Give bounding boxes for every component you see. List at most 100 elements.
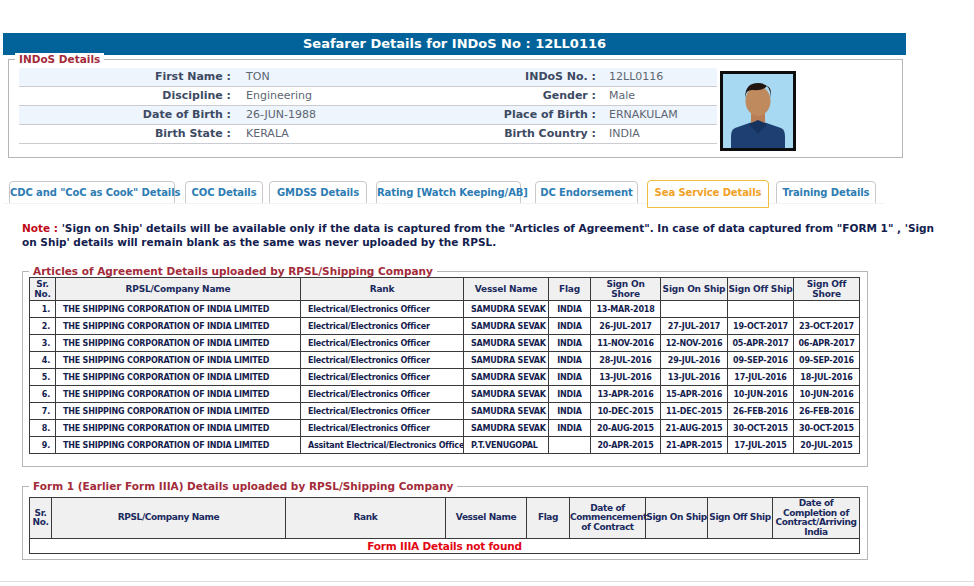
indos-row: Date of Birth :26-JUN-1988Place of Birth… bbox=[19, 106, 717, 125]
field-value: 12LL0116 bbox=[609, 68, 663, 86]
cell: 29-JUL-2016 bbox=[661, 352, 728, 369]
cell: Electrical/Electronics Officer bbox=[301, 301, 464, 318]
page-bottom-divider bbox=[0, 581, 974, 582]
field-label: Date of Birth : bbox=[19, 106, 231, 124]
cell bbox=[549, 437, 591, 454]
articles-row: 3.THE SHIPPING CORPORATION OF INDIA LIMI… bbox=[30, 335, 860, 352]
indos-details-legend: INDoS Details bbox=[15, 53, 104, 66]
column-header: Sign On Ship bbox=[646, 498, 708, 539]
cell: 26-JUL-2017 bbox=[591, 318, 661, 335]
cell: 10-JUN-2016 bbox=[794, 386, 860, 403]
field-value: ERNAKULAM bbox=[609, 106, 678, 124]
note-prefix: Note : bbox=[22, 222, 58, 234]
cell: 20-AUG-2015 bbox=[591, 420, 661, 437]
column-header: Date of Completion of Contract/Arriving … bbox=[773, 498, 860, 539]
column-header: Vessel Name bbox=[446, 498, 527, 539]
articles-table: Sr. No.RPSL/Company NameRankVessel NameF… bbox=[29, 277, 860, 454]
cell: 17-JUL-2016 bbox=[728, 369, 794, 386]
cell: SAMUDRA SEVAK bbox=[464, 301, 549, 318]
column-header: Sr. No. bbox=[30, 278, 56, 301]
tab-coc-details[interactable]: COC Details bbox=[185, 181, 263, 204]
column-header: Flag bbox=[527, 498, 570, 539]
cell: INDIA bbox=[549, 352, 591, 369]
cell: 21-APR-2015 bbox=[661, 437, 728, 454]
cell: Electrical/Electronics Officer bbox=[301, 352, 464, 369]
tab-cdc-and-coc-as-cook-details[interactable]: CDC and "CoC as Cook" Details bbox=[9, 181, 175, 204]
cell: 09-SEP-2016 bbox=[728, 352, 794, 369]
column-header: Sign Off Shore bbox=[794, 278, 860, 301]
cell: THE SHIPPING CORPORATION OF INDIA LIMITE… bbox=[56, 335, 301, 352]
cell: THE SHIPPING CORPORATION OF INDIA LIMITE… bbox=[56, 352, 301, 369]
cell bbox=[794, 301, 860, 318]
tab-training-details[interactable]: Training Details bbox=[776, 181, 876, 204]
column-header: RPSL/Company Name bbox=[52, 498, 286, 539]
seafarer-photo bbox=[720, 71, 796, 151]
cell bbox=[728, 301, 794, 318]
cell: 23-OCT-2017 bbox=[794, 318, 860, 335]
cell: 2. bbox=[30, 318, 56, 335]
cell: 7. bbox=[30, 403, 56, 420]
field-label: Gender : bbox=[349, 87, 596, 105]
field-label: Birth State : bbox=[19, 125, 231, 143]
cell: SAMUDRA SEVAK bbox=[464, 403, 549, 420]
cell: INDIA bbox=[549, 301, 591, 318]
cell: 1. bbox=[30, 301, 56, 318]
tab-rating-watch-keeping-ab[interactable]: Rating [Watch Keeping/AB] bbox=[376, 181, 521, 204]
field-label: INDoS No. : bbox=[349, 68, 596, 86]
note-text: Note : 'Sign on Ship' details will be av… bbox=[22, 221, 946, 249]
form1-empty-message: Form IIIA Details not found bbox=[30, 539, 860, 554]
cell: 27-JUL-2017 bbox=[661, 318, 728, 335]
field-value: Male bbox=[609, 87, 635, 105]
indos-details-fieldset: INDoS Details First Name :TONINDoS No. :… bbox=[8, 59, 903, 158]
cell: 13-JUL-2016 bbox=[661, 369, 728, 386]
cell: INDIA bbox=[549, 318, 591, 335]
cell: 26-FEB-2016 bbox=[794, 403, 860, 420]
articles-row: 8.THE SHIPPING CORPORATION OF INDIA LIMI… bbox=[30, 420, 860, 437]
form1-table: Sr. No.RPSL/Company NameRankVessel NameF… bbox=[29, 497, 860, 554]
column-header: Rank bbox=[301, 278, 464, 301]
cell: 13-MAR-2018 bbox=[591, 301, 661, 318]
cell: Electrical/Electronics Officer bbox=[301, 335, 464, 352]
cell bbox=[661, 301, 728, 318]
indos-row: Discipline : Engineering Gender : Male bbox=[19, 87, 717, 106]
field-value: KERALA bbox=[246, 125, 289, 143]
field-value: 26-JUN-1988 bbox=[246, 106, 316, 124]
cell: 21-AUG-2015 bbox=[661, 420, 728, 437]
cell: THE SHIPPING CORPORATION OF INDIA LIMITE… bbox=[56, 403, 301, 420]
cell: SAMUDRA SEVAK bbox=[464, 420, 549, 437]
cell: THE SHIPPING CORPORATION OF INDIA LIMITE… bbox=[56, 386, 301, 403]
form1-header-row: Sr. No.RPSL/Company NameRankVessel NameF… bbox=[30, 498, 860, 539]
cell: Electrical/Electronics Officer bbox=[301, 386, 464, 403]
cell: INDIA bbox=[549, 386, 591, 403]
column-header: Sign On Shore bbox=[591, 278, 661, 301]
articles-row: 9.THE SHIPPING CORPORATION OF INDIA LIMI… bbox=[30, 437, 860, 454]
cell: 9. bbox=[30, 437, 56, 454]
cell: 28-JUL-2016 bbox=[591, 352, 661, 369]
column-header: Sign On Ship bbox=[661, 278, 728, 301]
tab-dc-endorsement[interactable]: DC Endorsement bbox=[535, 181, 638, 204]
cell: SAMUDRA SEVAK bbox=[464, 369, 549, 386]
column-header: Date of Commencement of Contract bbox=[570, 498, 646, 539]
cell: THE SHIPPING CORPORATION OF INDIA LIMITE… bbox=[56, 420, 301, 437]
cell: 10-JUN-2016 bbox=[728, 386, 794, 403]
cell: 09-SEP-2016 bbox=[794, 352, 860, 369]
field-label: First Name : bbox=[19, 68, 231, 86]
cell: INDIA bbox=[549, 335, 591, 352]
indos-row: First Name :TONINDoS No. :12LL0116 bbox=[19, 68, 717, 87]
indos-details-rows: First Name :TONINDoS No. :12LL0116Discip… bbox=[19, 68, 717, 144]
form1-empty-row: Form IIIA Details not found bbox=[30, 539, 860, 554]
cell: THE SHIPPING CORPORATION OF INDIA LIMITE… bbox=[56, 318, 301, 335]
tab-sea-service-details[interactable]: Sea Service Details bbox=[647, 180, 769, 208]
articles-row: 5.THE SHIPPING CORPORATION OF INDIA LIMI… bbox=[30, 369, 860, 386]
field-label: Discipline : bbox=[19, 87, 231, 105]
cell: 3. bbox=[30, 335, 56, 352]
tab-gmdss-details[interactable]: GMDSS Details bbox=[269, 181, 367, 204]
cell: P.T.VENUGOPAL bbox=[464, 437, 549, 454]
column-header: RPSL/Company Name bbox=[56, 278, 301, 301]
cell: SAMUDRA SEVAK bbox=[464, 352, 549, 369]
articles-header-row: Sr. No.RPSL/Company NameRankVessel NameF… bbox=[30, 278, 860, 301]
field-value: Engineering bbox=[246, 87, 312, 105]
cell: SAMUDRA SEVAK bbox=[464, 318, 549, 335]
cell: 26-FEB-2016 bbox=[728, 403, 794, 420]
articles-row: 7.THE SHIPPING CORPORATION OF INDIA LIMI… bbox=[30, 403, 860, 420]
